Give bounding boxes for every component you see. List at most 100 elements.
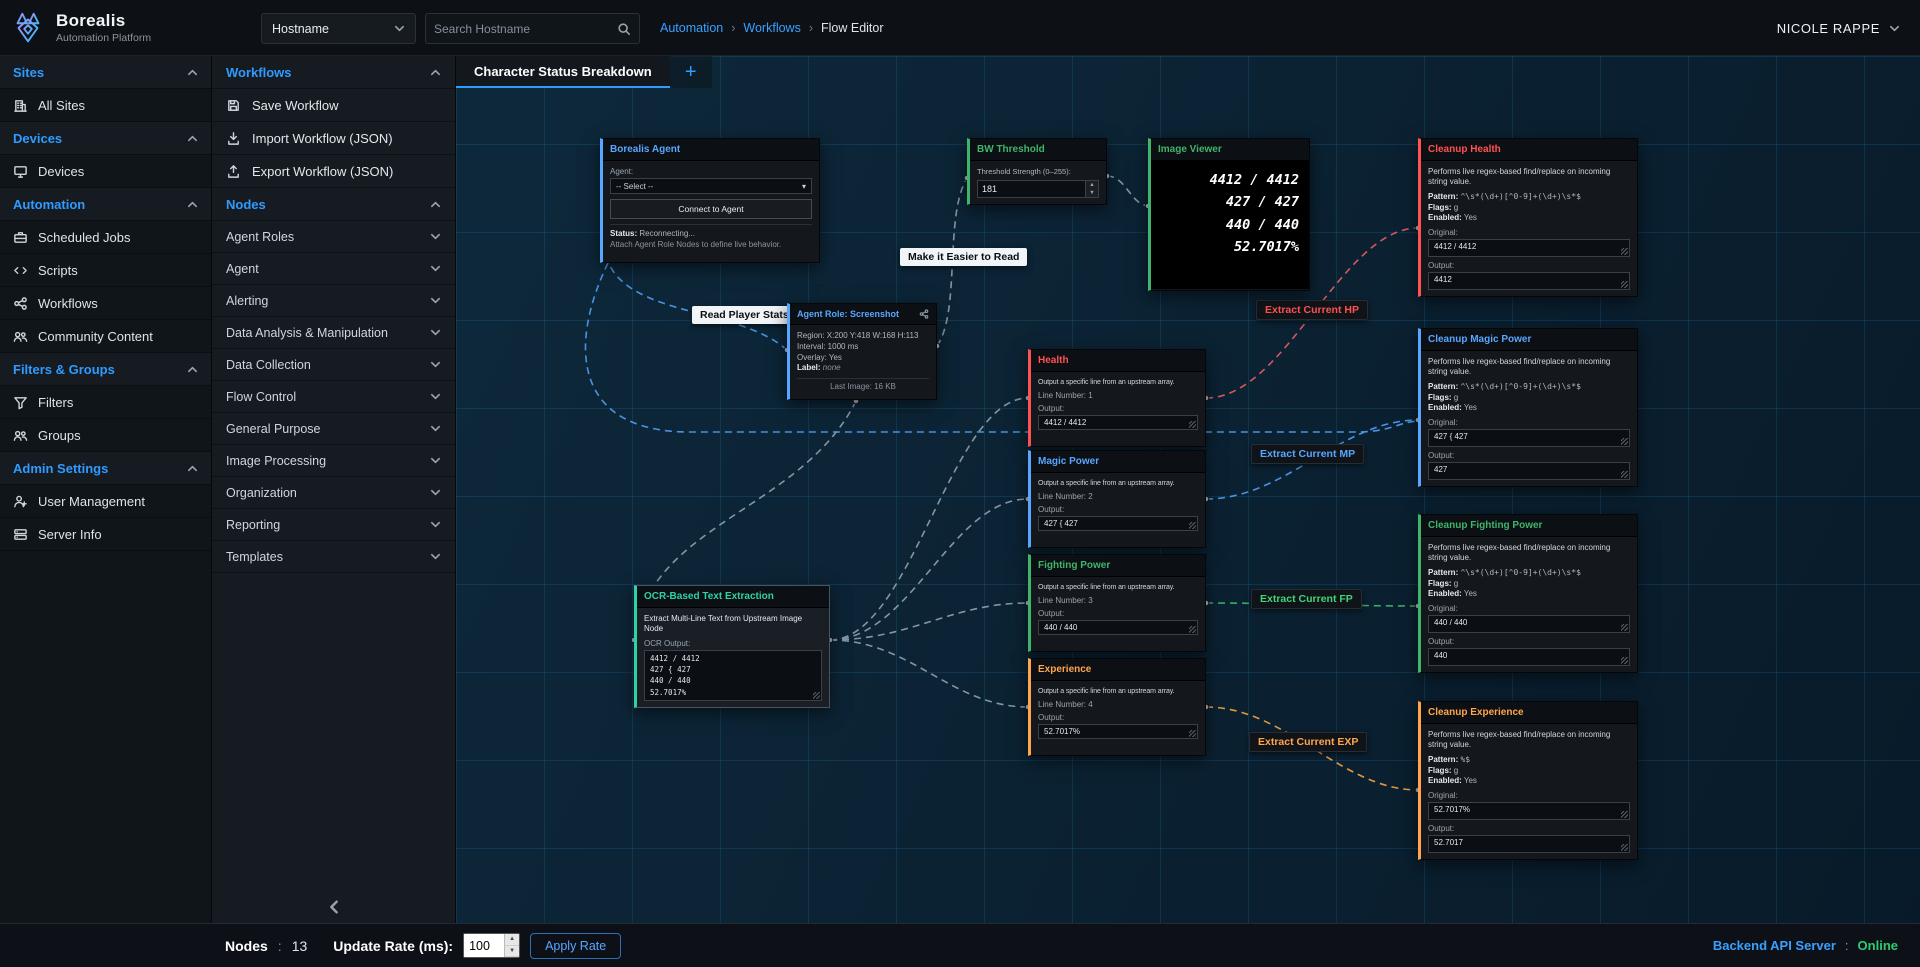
output-textarea[interactable]: 427 [1428,462,1630,480]
node-magic-power[interactable]: Magic Power Output a specific line from … [1028,450,1206,548]
sidebar-section-filters-groups[interactable]: Filters & Groups [0,353,211,386]
brand: Borealis Automation Platform [56,11,151,44]
workflow-panel: Workflows Save Workflow Import Workflow … [212,56,456,923]
breadcrumb: Automation › Workflows › Flow Editor [660,0,884,56]
chevron-up-icon [187,67,198,78]
sidebar-section-admin-settings[interactable]: Admin Settings [0,452,211,485]
chevron-up-icon [187,364,198,375]
breadcrumb-automation[interactable]: Automation [660,21,723,35]
sidebar-section-devices[interactable]: Devices [0,122,211,155]
ocr-output-textarea[interactable]: 4412 / 4412 427 { 427 440 / 440 52.7017% [644,650,822,701]
node-cleanup-magic-power[interactable]: Cleanup Magic Power Performs live regex-… [1418,328,1638,487]
server-icon [13,527,28,542]
label-extract-current-fp[interactable]: Extract Current FP [1251,589,1362,609]
node-cleanup-fighting-power[interactable]: Cleanup Fighting Power Performs live reg… [1418,514,1638,673]
output-field[interactable]: 427 { 427 [1038,516,1198,531]
number-spinner[interactable]: ▲▼ [504,934,519,957]
agent-select[interactable]: -- Select --▾ [610,178,812,194]
node-category-data-collection[interactable]: Data Collection [212,349,455,381]
node-category-alerting[interactable]: Alerting [212,285,455,317]
sidebar-section-automation[interactable]: Automation [0,188,211,221]
sidebar-item-groups[interactable]: Groups [0,419,211,452]
breadcrumb-separator: › [809,21,813,35]
node-category-data-analysis[interactable]: Data Analysis & Manipulation [212,317,455,349]
node-ocr-text-extraction[interactable]: OCR-Based Text Extraction Extract Multi-… [634,585,830,708]
node-category-organization[interactable]: Organization [212,477,455,509]
threshold-strength-input[interactable]: ▲▼ [977,180,1099,198]
user-menu[interactable]: NICOLE RAPPE [1777,0,1900,56]
label-make-it-easier[interactable]: Make it Easier to Read [900,248,1027,266]
workflows-panel-header[interactable]: Workflows [212,56,455,89]
output-field[interactable]: 440 / 440 [1038,620,1198,635]
node-title: Cleanup Magic Power [1428,334,1531,345]
sidebar-section-sites[interactable]: Sites [0,56,211,89]
output-textarea[interactable]: 52.7017 [1428,835,1630,853]
node-category-flow-control[interactable]: Flow Control [212,381,455,413]
node-title: Image Viewer [1158,144,1222,155]
output-field[interactable]: 4412 / 4412 [1038,415,1198,430]
label-read-player-stats[interactable]: Read Player Stats [692,306,797,324]
sidebar-item-community-content[interactable]: Community Content [0,320,211,353]
label-extract-current-exp[interactable]: Extract Current EXP [1249,732,1367,752]
original-textarea[interactable]: 52.7017% [1428,802,1630,820]
search-input[interactable] [434,22,617,36]
import-workflow-button[interactable]: Import Workflow (JSON) [212,122,455,155]
node-category-general-purpose[interactable]: General Purpose [212,413,455,445]
user-plus-icon [13,494,28,509]
save-icon [226,98,241,113]
add-tab-button[interactable]: + [670,56,712,88]
original-textarea[interactable]: 4412 / 4412 [1428,239,1630,257]
apply-rate-button[interactable]: Apply Rate [530,933,621,959]
sidebar-item-scripts[interactable]: Scripts [0,254,211,287]
sidebar-item-filters[interactable]: Filters [0,386,211,419]
node-category-templates[interactable]: Templates [212,541,455,573]
original-textarea[interactable]: 427 { 427 [1428,429,1630,447]
node-cleanup-health[interactable]: Cleanup Health Performs live regex-based… [1418,138,1638,297]
share-icon[interactable] [919,309,929,319]
image-viewer-screen: 4412 / 4412 427 / 427 440 / 440 52.7017% [1151,161,1309,289]
nodes-panel-header[interactable]: Nodes [212,188,455,221]
update-rate-input[interactable]: ▲▼ [463,933,520,958]
output-textarea[interactable]: 440 [1428,648,1630,666]
node-cleanup-experience[interactable]: Cleanup Experience Performs live regex-b… [1418,701,1638,860]
connect-to-agent-button[interactable]: Connect to Agent [610,199,812,219]
edge-ocr-health [830,398,1028,640]
node-health[interactable]: Health Output a specific line from an up… [1028,349,1206,447]
node-agent-role-screenshot[interactable]: Agent Role: Screenshot Region: X:200 Y:4… [787,303,937,400]
node-category-agent[interactable]: Agent [212,253,455,285]
node-bw-threshold[interactable]: BW Threshold Threshold Strength (0–255):… [967,138,1107,205]
breadcrumb-workflows[interactable]: Workflows [743,21,800,35]
chevron-down-icon [430,327,441,338]
hostname-selector-value: Hostname [272,22,329,36]
primary-sidebar: Sites All Sites Devices Devices Automati… [0,56,212,923]
node-experience[interactable]: Experience Output a specific line from a… [1028,658,1206,756]
export-workflow-button[interactable]: Export Workflow (JSON) [212,155,455,188]
output-field[interactable]: 52.7017% [1038,724,1198,739]
save-workflow-button[interactable]: Save Workflow [212,89,455,122]
edge-ocr-experience [830,640,1028,707]
chevron-down-icon [430,487,441,498]
original-textarea[interactable]: 440 / 440 [1428,615,1630,633]
sidebar-item-all-sites[interactable]: All Sites [0,89,211,122]
node-category-agent-roles[interactable]: Agent Roles [212,221,455,253]
collapse-panel-button[interactable] [212,899,455,915]
label-extract-current-hp[interactable]: Extract Current HP [1256,300,1368,320]
node-category-image-processing[interactable]: Image Processing [212,445,455,477]
output-textarea[interactable]: 4412 [1428,272,1630,290]
sidebar-item-devices[interactable]: Devices [0,155,211,188]
node-category-reporting[interactable]: Reporting [212,509,455,541]
node-fighting-power[interactable]: Fighting Power Output a specific line fr… [1028,554,1206,652]
chevron-down-icon [430,295,441,306]
sidebar-item-user-management[interactable]: User Management [0,485,211,518]
tab-character-status-breakdown[interactable]: Character Status Breakdown [456,56,670,88]
hostname-selector[interactable]: Hostname [261,13,416,44]
flow-canvas[interactable]: Character Status Breakdown + Read Player… [456,56,1920,923]
node-title: Fighting Power [1038,560,1110,571]
sidebar-item-server-info[interactable]: Server Info [0,518,211,551]
number-spinner[interactable]: ▲▼ [1085,181,1098,197]
node-borealis-agent[interactable]: Borealis Agent Agent: -- Select --▾ Conn… [600,138,820,263]
sidebar-item-workflows[interactable]: Workflows [0,287,211,320]
node-image-viewer[interactable]: Image Viewer 4412 / 4412 427 / 427 440 /… [1148,138,1310,291]
sidebar-item-scheduled-jobs[interactable]: Scheduled Jobs [0,221,211,254]
label-extract-current-mp[interactable]: Extract Current MP [1251,444,1364,464]
